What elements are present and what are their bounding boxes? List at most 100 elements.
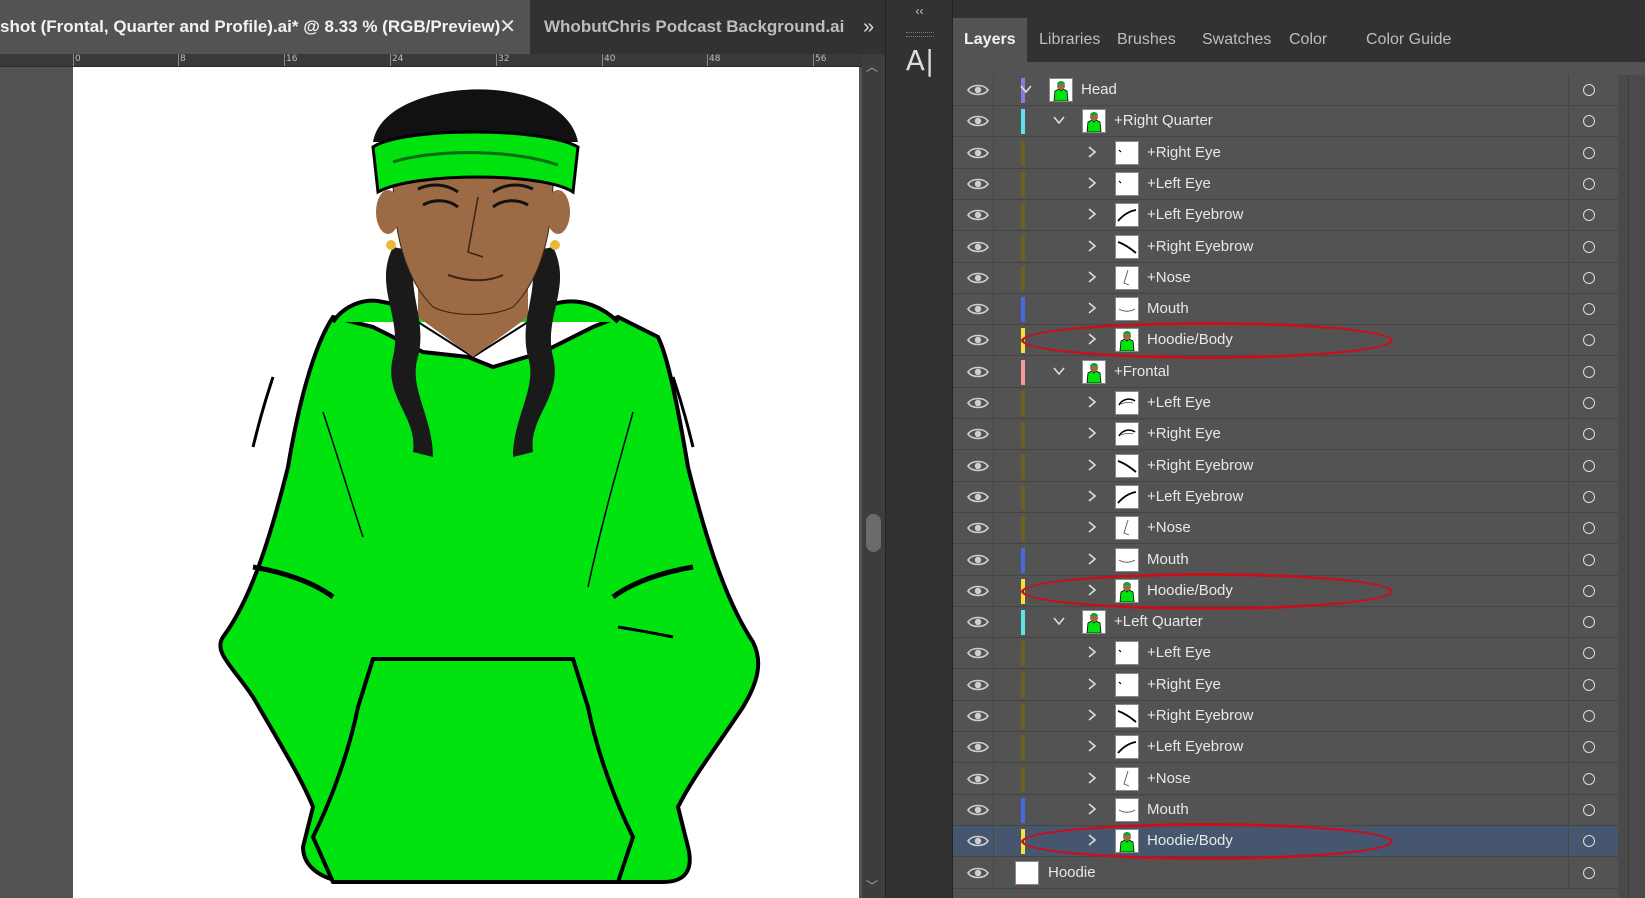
- layer-row[interactable]: +Right Eyebrow: [953, 450, 1618, 482]
- layer-name[interactable]: +Left Eye: [1147, 644, 1211, 661]
- visibility-eye-icon[interactable]: [967, 865, 989, 881]
- layer-row[interactable]: Mouth: [953, 294, 1618, 326]
- target-circle-icon[interactable]: [1583, 177, 1595, 190]
- chevron-right-icon[interactable]: [1084, 457, 1100, 473]
- document-tab-inactive[interactable]: WhobutChris Podcast Background.ai: [530, 0, 852, 54]
- panel-scrollbar[interactable]: [1618, 75, 1645, 898]
- document-tab-active[interactable]: shot (Frontal, Quarter and Profile).ai* …: [0, 0, 530, 54]
- tab-layers[interactable]: Layers: [953, 18, 1027, 62]
- tab-color-guide[interactable]: Color Guide: [1355, 18, 1462, 62]
- character-panel-icon[interactable]: A|: [900, 42, 940, 78]
- layer-name[interactable]: Head: [1081, 81, 1117, 98]
- tab-color[interactable]: Color: [1278, 18, 1338, 62]
- target-circle-icon[interactable]: [1583, 616, 1595, 629]
- chevron-right-icon[interactable]: [1084, 519, 1100, 535]
- target-circle-icon[interactable]: [1583, 271, 1595, 284]
- layer-name[interactable]: Hoodie: [1048, 864, 1096, 881]
- chevron-right-icon[interactable]: [1084, 394, 1100, 410]
- target-circle-icon[interactable]: [1583, 303, 1595, 316]
- target-circle-icon[interactable]: [1583, 428, 1595, 441]
- target-circle-icon[interactable]: [1583, 710, 1595, 722]
- layer-row[interactable]: +Right Eye: [953, 669, 1618, 701]
- chevron-down-icon[interactable]: [1051, 613, 1067, 629]
- layer-name[interactable]: Hoodie/Body: [1147, 582, 1233, 599]
- visibility-eye-icon[interactable]: [967, 645, 989, 661]
- layer-name[interactable]: +Left Quarter: [1114, 613, 1203, 630]
- visibility-eye-icon[interactable]: [967, 82, 989, 98]
- tab-brushes[interactable]: Brushes: [1106, 18, 1187, 62]
- visibility-eye-icon[interactable]: [967, 239, 989, 255]
- scroll-up-icon[interactable]: ︿: [866, 58, 878, 75]
- visibility-eye-icon[interactable]: [967, 583, 989, 599]
- layer-name[interactable]: Hoodie/Body: [1147, 331, 1233, 348]
- layer-name[interactable]: Mouth: [1147, 801, 1189, 818]
- target-circle-icon[interactable]: [1583, 115, 1595, 128]
- layer-name[interactable]: +Right Eyebrow: [1147, 707, 1253, 724]
- target-circle-icon[interactable]: [1583, 459, 1595, 472]
- layer-name[interactable]: +Left Eyebrow: [1147, 206, 1243, 223]
- layer-name[interactable]: Mouth: [1147, 300, 1189, 317]
- layer-name[interactable]: +Right Quarter: [1114, 112, 1213, 129]
- visibility-eye-icon[interactable]: [967, 458, 989, 474]
- visibility-eye-icon[interactable]: [967, 426, 989, 442]
- chevron-right-icon[interactable]: [1084, 676, 1100, 692]
- visibility-eye-icon[interactable]: [967, 489, 989, 505]
- target-circle-icon[interactable]: [1583, 584, 1595, 597]
- layer-name[interactable]: +Left Eye: [1147, 394, 1211, 411]
- chevron-right-icon[interactable]: [1084, 300, 1100, 316]
- layer-name[interactable]: +Frontal: [1114, 363, 1169, 380]
- layer-row[interactable]: +Right Eye: [953, 137, 1618, 169]
- scroll-thumb[interactable]: [866, 514, 881, 552]
- layer-name[interactable]: +Nose: [1147, 269, 1191, 286]
- layer-row[interactable]: Hoodie/Body: [953, 575, 1618, 607]
- target-circle-icon[interactable]: [1583, 334, 1595, 347]
- layer-row[interactable]: +Frontal: [953, 356, 1618, 388]
- layer-name[interactable]: +Left Eyebrow: [1147, 488, 1243, 505]
- layer-row[interactable]: +Left Eye: [953, 168, 1618, 200]
- tab-overflow-icon[interactable]: »: [852, 0, 885, 54]
- layer-name[interactable]: +Right Eyebrow: [1147, 457, 1253, 474]
- vertical-scrollbar[interactable]: ︿ ﹀: [862, 54, 885, 898]
- layer-name[interactable]: Hoodie/Body: [1147, 832, 1233, 849]
- visibility-eye-icon[interactable]: [967, 176, 989, 192]
- visibility-eye-icon[interactable]: [967, 802, 989, 818]
- visibility-eye-icon[interactable]: [967, 145, 989, 161]
- chevron-down-icon[interactable]: [1018, 81, 1034, 97]
- target-circle-icon[interactable]: [1583, 365, 1595, 378]
- layer-row[interactable]: Hoodie: [953, 857, 1618, 889]
- chevron-right-icon[interactable]: [1084, 238, 1100, 254]
- visibility-eye-icon[interactable]: [967, 520, 989, 536]
- character-illustration[interactable]: [73, 67, 859, 898]
- layer-name[interactable]: +Right Eyebrow: [1147, 238, 1253, 255]
- layer-row[interactable]: Head: [953, 75, 1618, 106]
- layer-row[interactable]: +Right Eye: [953, 419, 1618, 451]
- target-circle-icon[interactable]: [1583, 866, 1595, 879]
- chevron-right-icon[interactable]: [1084, 770, 1100, 786]
- chevron-right-icon[interactable]: [1084, 582, 1100, 598]
- chevron-right-icon[interactable]: [1084, 175, 1100, 191]
- target-circle-icon[interactable]: [1583, 772, 1595, 785]
- layer-row[interactable]: +Left Quarter: [953, 607, 1618, 639]
- tab-libraries[interactable]: Libraries: [1028, 18, 1111, 62]
- layer-row[interactable]: +Right Eyebrow: [953, 701, 1618, 732]
- layer-name[interactable]: +Right Eye: [1147, 676, 1221, 693]
- chevron-right-icon[interactable]: [1084, 801, 1100, 817]
- target-circle-icon[interactable]: [1583, 146, 1595, 159]
- visibility-eye-icon[interactable]: [967, 739, 989, 755]
- visibility-eye-icon[interactable]: [967, 364, 989, 380]
- chevron-right-icon[interactable]: [1084, 738, 1100, 754]
- layer-row[interactable]: +Nose: [953, 513, 1618, 545]
- chevron-right-icon[interactable]: [1084, 144, 1100, 160]
- visibility-eye-icon[interactable]: [967, 552, 989, 568]
- target-circle-icon[interactable]: [1583, 803, 1595, 816]
- chevron-right-icon[interactable]: [1084, 551, 1100, 567]
- layer-name[interactable]: +Nose: [1147, 770, 1191, 787]
- target-circle-icon[interactable]: [1583, 835, 1595, 848]
- target-circle-icon[interactable]: [1583, 678, 1595, 691]
- scroll-down-icon[interactable]: ﹀: [866, 877, 878, 894]
- chevron-right-icon[interactable]: [1084, 644, 1100, 660]
- layer-row[interactable]: +Left Eye: [953, 388, 1618, 419]
- tab-swatches[interactable]: Swatches: [1191, 18, 1282, 62]
- target-circle-icon[interactable]: [1583, 240, 1595, 253]
- layer-row[interactable]: +Nose: [953, 763, 1618, 795]
